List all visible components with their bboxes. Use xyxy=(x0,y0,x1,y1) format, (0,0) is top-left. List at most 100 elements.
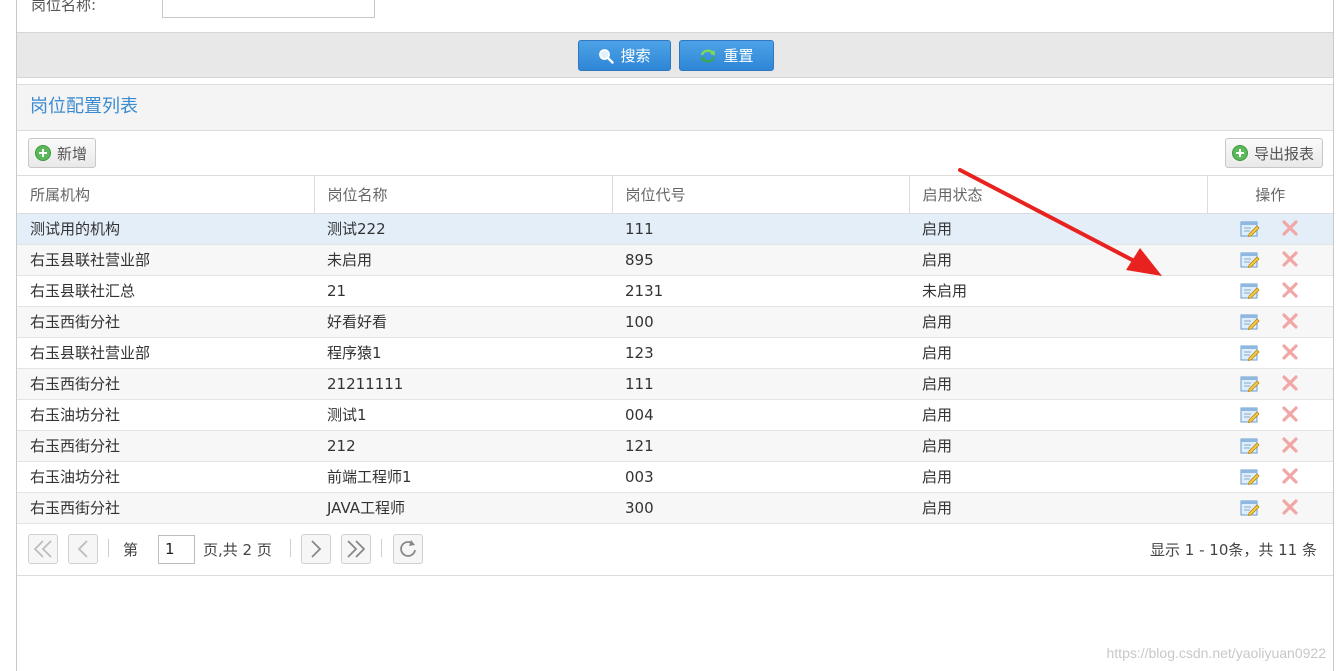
cell-status: 启用 xyxy=(909,213,1207,245)
cell-name: 212 xyxy=(314,430,612,462)
cell-org: 右玉西街分社 xyxy=(17,306,314,338)
cell-name: 前端工程师1 xyxy=(314,461,612,493)
cell-name: 21211111 xyxy=(314,368,612,400)
table-row[interactable]: 右玉西街分社 21211111 111 启用 xyxy=(17,368,1333,400)
table-row[interactable]: 测试用的机构 测试222 111 启用 xyxy=(17,213,1333,245)
edit-icon[interactable] xyxy=(1240,375,1260,393)
edit-icon[interactable] xyxy=(1240,406,1260,424)
column-header-actions: 操作 xyxy=(1207,176,1333,214)
cell-status: 启用 xyxy=(909,306,1207,338)
search-button[interactable]: 搜索 xyxy=(578,40,671,71)
chevron-left-icon xyxy=(77,539,88,558)
cell-code: 2131 xyxy=(612,275,909,307)
column-header-org[interactable]: 所属机构 xyxy=(17,176,315,214)
edit-icon[interactable] xyxy=(1240,468,1260,486)
plus-circle-icon xyxy=(1231,145,1248,161)
cell-actions xyxy=(1207,306,1333,338)
cell-org: 右玉西街分社 xyxy=(17,430,314,462)
prev-page-button[interactable] xyxy=(68,533,98,564)
cell-org: 右玉西街分社 xyxy=(17,368,314,400)
last-page-button[interactable] xyxy=(341,533,371,564)
table-row[interactable]: 右玉县联社营业部 未启用 895 启用 xyxy=(17,244,1333,276)
reset-button[interactable]: 重置 xyxy=(679,40,774,71)
table-row[interactable]: 右玉西街分社 JAVA工程师 300 启用 xyxy=(17,492,1333,524)
cell-status: 启用 xyxy=(909,337,1207,369)
next-page-button[interactable] xyxy=(301,533,331,564)
table-header-row: 所属机构 岗位名称 岗位代号 启用状态 操作 xyxy=(17,176,1333,214)
cell-name: JAVA工程师 xyxy=(314,492,612,524)
table-row[interactable]: 右玉县联社汇总 21 2131 未启用 xyxy=(17,275,1333,307)
delete-icon[interactable] xyxy=(1280,374,1300,393)
edit-icon[interactable] xyxy=(1240,282,1260,300)
cell-code: 123 xyxy=(612,337,909,369)
refresh-icon xyxy=(701,49,716,62)
delete-icon[interactable] xyxy=(1280,498,1300,517)
cell-name: 未启用 xyxy=(314,244,612,276)
cell-code: 100 xyxy=(612,306,909,338)
cell-name: 测试222 xyxy=(314,213,612,245)
panel-toolbar: 新增 导出报表 xyxy=(17,131,1333,176)
refresh-icon xyxy=(400,539,416,557)
job-name-input[interactable] xyxy=(162,0,375,18)
chevron-right-icon xyxy=(311,539,322,558)
column-header-job-code[interactable]: 岗位代号 xyxy=(612,176,910,214)
delete-icon[interactable] xyxy=(1280,343,1300,362)
job-name-label: 岗位名称: xyxy=(31,0,97,14)
delete-icon[interactable] xyxy=(1280,312,1300,331)
add-button-label: 新增 xyxy=(57,144,88,163)
edit-icon[interactable] xyxy=(1240,344,1260,362)
panel-title: 岗位配置列表 xyxy=(17,85,1333,131)
table-row[interactable]: 右玉县联社营业部 程序猿1 123 启用 xyxy=(17,337,1333,369)
edit-icon[interactable] xyxy=(1240,251,1260,269)
edit-icon[interactable] xyxy=(1240,499,1260,517)
table-row[interactable]: 右玉油坊分社 测试1 004 启用 xyxy=(17,399,1333,431)
edit-icon[interactable] xyxy=(1240,220,1260,238)
job-config-panel: 岗位配置列表 新增 导出报表 所属机构 岗位名称 岗位代号 启用状态 操作 测试… xyxy=(17,84,1333,576)
pager-divider xyxy=(290,538,291,557)
cell-org: 右玉西街分社 xyxy=(17,492,314,524)
delete-icon[interactable] xyxy=(1280,281,1300,300)
cell-actions xyxy=(1207,368,1333,400)
first-page-button[interactable] xyxy=(28,533,58,564)
cell-name: 21 xyxy=(314,275,612,307)
export-report-button[interactable]: 导出报表 xyxy=(1224,138,1323,168)
delete-icon[interactable] xyxy=(1280,436,1300,455)
cell-code: 300 xyxy=(612,492,909,524)
cell-status: 启用 xyxy=(909,399,1207,431)
cell-code: 111 xyxy=(612,368,909,400)
cell-status: 未启用 xyxy=(909,275,1207,307)
cell-actions xyxy=(1207,337,1333,369)
delete-icon[interactable] xyxy=(1280,405,1300,424)
page-frame: 岗位名称: 搜索 重置 岗位配置列表 新增 导出报表 所属机构 岗位名称 岗位代… xyxy=(16,0,1334,671)
add-button[interactable]: 新增 xyxy=(28,138,97,168)
pager-divider xyxy=(108,538,109,557)
cell-name: 好看好看 xyxy=(314,306,612,338)
table-row[interactable]: 右玉西街分社 212 121 启用 xyxy=(17,430,1333,462)
plus-circle-icon xyxy=(35,145,51,161)
cell-actions xyxy=(1207,492,1333,524)
cell-org: 右玉油坊分社 xyxy=(17,399,314,431)
search-button-label: 搜索 xyxy=(620,47,651,65)
cell-org: 右玉县联社营业部 xyxy=(17,244,314,276)
cell-name: 测试1 xyxy=(314,399,612,431)
table-row[interactable]: 右玉西街分社 好看好看 100 启用 xyxy=(17,306,1333,338)
job-table: 所属机构 岗位名称 岗位代号 启用状态 操作 测试用的机构 测试222 111 启用右… xyxy=(17,176,1333,524)
column-header-job-name[interactable]: 岗位名称 xyxy=(314,176,613,214)
delete-icon[interactable] xyxy=(1280,219,1300,238)
edit-icon[interactable] xyxy=(1240,437,1260,455)
column-header-status[interactable]: 启用状态 xyxy=(909,176,1208,214)
cell-code: 111 xyxy=(612,213,909,245)
watermark: https://blog.csdn.net/yaoliyuan0922 xyxy=(1106,645,1327,661)
table-row[interactable]: 右玉油坊分社 前端工程师1 003 启用 xyxy=(17,461,1333,493)
pager-divider xyxy=(381,538,382,557)
edit-icon[interactable] xyxy=(1240,313,1260,331)
cell-status: 启用 xyxy=(909,368,1207,400)
cell-code: 895 xyxy=(612,244,909,276)
refresh-page-button[interactable] xyxy=(393,533,423,564)
cell-actions xyxy=(1207,461,1333,493)
delete-icon[interactable] xyxy=(1280,250,1300,269)
page-number-input[interactable] xyxy=(158,534,195,564)
delete-icon[interactable] xyxy=(1280,467,1300,486)
cell-actions xyxy=(1207,244,1333,276)
record-count-info: 显示 1 - 10条，共 11 条 xyxy=(1150,540,1317,559)
